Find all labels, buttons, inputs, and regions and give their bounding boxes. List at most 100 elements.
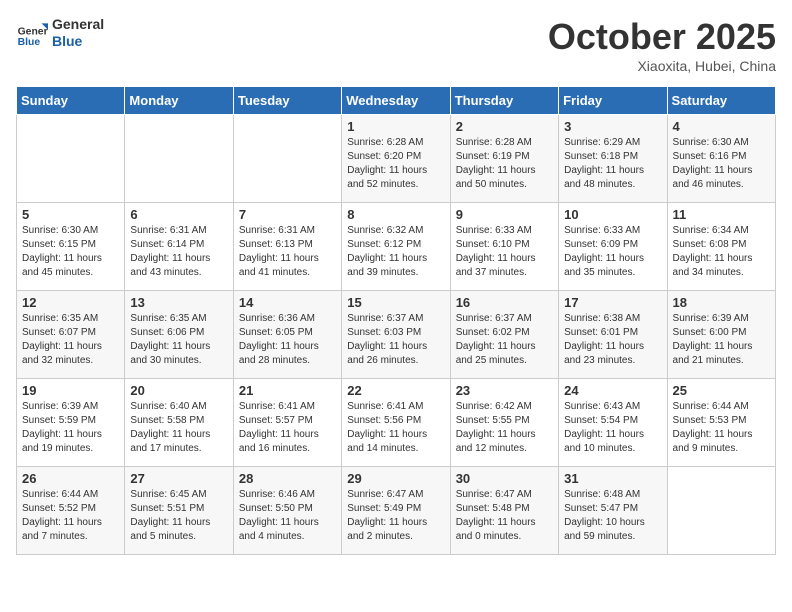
day-number: 8 — [347, 207, 444, 222]
calendar-cell: 24 Sunrise: 6:43 AM Sunset: 5:54 PM Dayli… — [559, 379, 667, 467]
calendar-cell: 22Sunrise: 6:41 AM Sunset: 5:56 PM Dayli… — [342, 379, 450, 467]
day-number: 30 — [456, 471, 553, 486]
day-number: 25 — [673, 383, 770, 398]
calendar-cell: 27 Sunrise: 6:45 AM Sunset: 5:51 PM Dayli… — [125, 467, 233, 555]
calendar-cell: 15Sunrise: 6:37 AM Sunset: 6:03 PM Dayli… — [342, 291, 450, 379]
cell-info: Sunrise: 6:46 AM Sunset: 5:50 PM Dayligh… — [239, 488, 336, 544]
column-header-friday: Friday — [559, 87, 667, 115]
cell-info: Sunrise: 6:28 AM Sunset: 6:19 PM Dayligh… — [456, 136, 553, 192]
calendar-cell: 19Sunrise: 6:39 AM Sunset: 5:59 PM Dayli… — [17, 379, 125, 467]
calendar-cell: 11 Sunrise: 6:34 AM Sunset: 6:08 PM Dayli… — [667, 203, 775, 291]
day-number: 20 — [130, 383, 227, 398]
day-number: 6 — [130, 207, 227, 222]
calendar-cell: 14 Sunrise: 6:36 AM Sunset: 6:05 PM Dayli… — [233, 291, 341, 379]
page-header: General Blue General Blue October 2025 X… — [16, 16, 776, 74]
calendar-cell: 29 Sunrise: 6:47 AM Sunset: 5:49 PM Dayli… — [342, 467, 450, 555]
title-area: October 2025 Xiaoxita, Hubei, China — [548, 16, 776, 74]
day-number: 23 — [456, 383, 553, 398]
day-number: 4 — [673, 119, 770, 134]
calendar-cell: 17 Sunrise: 6:38 AM Sunset: 6:01 PM Dayli… — [559, 291, 667, 379]
day-number: 31 — [564, 471, 661, 486]
day-number: 16 — [456, 295, 553, 310]
calendar-cell: 8 Sunrise: 6:32 AM Sunset: 6:12 PM Daylig… — [342, 203, 450, 291]
cell-info: Sunrise: 6:42 AM Sunset: 5:55 PM Dayligh… — [456, 400, 553, 456]
day-number: 12 — [22, 295, 119, 310]
svg-text:Blue: Blue — [18, 37, 41, 48]
cell-info: Sunrise: 6:31 AM Sunset: 6:14 PM Dayligh… — [130, 224, 227, 280]
day-number: 27 — [130, 471, 227, 486]
day-number: 9 — [456, 207, 553, 222]
calendar-table: SundayMondayTuesdayWednesdayThursdayFrid… — [16, 86, 776, 555]
calendar-cell: 12 Sunrise: 6:35 AM Sunset: 6:07 PM Dayli… — [17, 291, 125, 379]
cell-info: Sunrise: 6:39 AM Sunset: 5:59 PM Dayligh… — [22, 400, 119, 456]
day-number: 28 — [239, 471, 336, 486]
cell-info: Sunrise: 6:37 AM Sunset: 6:02 PM Dayligh… — [456, 312, 553, 368]
calendar-cell: 23 Sunrise: 6:42 AM Sunset: 5:55 PM Dayli… — [450, 379, 558, 467]
cell-info: Sunrise: 6:31 AM Sunset: 6:13 PM Dayligh… — [239, 224, 336, 280]
calendar-cell: 25 Sunrise: 6:44 AM Sunset: 5:53 PM Dayli… — [667, 379, 775, 467]
logo: General Blue General Blue — [16, 16, 104, 50]
calendar-cell: 1Sunrise: 6:28 AM Sunset: 6:20 PM Daylig… — [342, 115, 450, 203]
day-number: 7 — [239, 207, 336, 222]
calendar-cell: 28 Sunrise: 6:46 AM Sunset: 5:50 PM Dayli… — [233, 467, 341, 555]
cell-info: Sunrise: 6:37 AM Sunset: 6:03 PM Dayligh… — [347, 312, 444, 368]
calendar-cell: 9 Sunrise: 6:33 AM Sunset: 6:10 PM Daylig… — [450, 203, 558, 291]
cell-info: Sunrise: 6:44 AM Sunset: 5:53 PM Dayligh… — [673, 400, 770, 456]
calendar-cell — [17, 115, 125, 203]
cell-info: Sunrise: 6:35 AM Sunset: 6:06 PM Dayligh… — [130, 312, 227, 368]
logo-icon: General Blue — [16, 17, 48, 49]
cell-info: Sunrise: 6:36 AM Sunset: 6:05 PM Dayligh… — [239, 312, 336, 368]
cell-info: Sunrise: 6:43 AM Sunset: 5:54 PM Dayligh… — [564, 400, 661, 456]
day-number: 17 — [564, 295, 661, 310]
calendar-cell: 18Sunrise: 6:39 AM Sunset: 6:00 PM Dayli… — [667, 291, 775, 379]
calendar-cell: 3 Sunrise: 6:29 AM Sunset: 6:18 PM Daylig… — [559, 115, 667, 203]
cell-info: Sunrise: 6:33 AM Sunset: 6:10 PM Dayligh… — [456, 224, 553, 280]
cell-info: Sunrise: 6:41 AM Sunset: 5:57 PM Dayligh… — [239, 400, 336, 456]
cell-info: Sunrise: 6:32 AM Sunset: 6:12 PM Dayligh… — [347, 224, 444, 280]
cell-info: Sunrise: 6:44 AM Sunset: 5:52 PM Dayligh… — [22, 488, 119, 544]
cell-info: Sunrise: 6:29 AM Sunset: 6:18 PM Dayligh… — [564, 136, 661, 192]
calendar-cell: 13 Sunrise: 6:35 AM Sunset: 6:06 PM Dayli… — [125, 291, 233, 379]
month-title: October 2025 — [548, 16, 776, 58]
cell-info: Sunrise: 6:47 AM Sunset: 5:48 PM Dayligh… — [456, 488, 553, 544]
column-header-saturday: Saturday — [667, 87, 775, 115]
cell-info: Sunrise: 6:30 AM Sunset: 6:16 PM Dayligh… — [673, 136, 770, 192]
location-subtitle: Xiaoxita, Hubei, China — [548, 58, 776, 74]
calendar-cell — [667, 467, 775, 555]
cell-info: Sunrise: 6:47 AM Sunset: 5:49 PM Dayligh… — [347, 488, 444, 544]
cell-info: Sunrise: 6:30 AM Sunset: 6:15 PM Dayligh… — [22, 224, 119, 280]
calendar-cell: 31 Sunrise: 6:48 AM Sunset: 5:47 PM Dayli… — [559, 467, 667, 555]
cell-info: Sunrise: 6:48 AM Sunset: 5:47 PM Dayligh… — [564, 488, 661, 544]
day-number: 5 — [22, 207, 119, 222]
day-number: 14 — [239, 295, 336, 310]
column-header-wednesday: Wednesday — [342, 87, 450, 115]
logo-general: General — [52, 16, 104, 32]
calendar-cell: 7 Sunrise: 6:31 AM Sunset: 6:13 PM Daylig… — [233, 203, 341, 291]
calendar-cell — [125, 115, 233, 203]
calendar-cell: 2 Sunrise: 6:28 AM Sunset: 6:19 PM Daylig… — [450, 115, 558, 203]
day-number: 24 — [564, 383, 661, 398]
cell-info: Sunrise: 6:40 AM Sunset: 5:58 PM Dayligh… — [130, 400, 227, 456]
calendar-cell: 10Sunrise: 6:33 AM Sunset: 6:09 PM Dayli… — [559, 203, 667, 291]
cell-info: Sunrise: 6:35 AM Sunset: 6:07 PM Dayligh… — [22, 312, 119, 368]
calendar-cell: 5 Sunrise: 6:30 AM Sunset: 6:15 PM Daylig… — [17, 203, 125, 291]
cell-info: Sunrise: 6:45 AM Sunset: 5:51 PM Dayligh… — [130, 488, 227, 544]
day-number: 29 — [347, 471, 444, 486]
cell-info: Sunrise: 6:34 AM Sunset: 6:08 PM Dayligh… — [673, 224, 770, 280]
column-header-tuesday: Tuesday — [233, 87, 341, 115]
cell-info: Sunrise: 6:38 AM Sunset: 6:01 PM Dayligh… — [564, 312, 661, 368]
column-header-monday: Monday — [125, 87, 233, 115]
day-number: 2 — [456, 119, 553, 134]
day-number: 3 — [564, 119, 661, 134]
calendar-cell: 26 Sunrise: 6:44 AM Sunset: 5:52 PM Dayli… — [17, 467, 125, 555]
calendar-cell: 6 Sunrise: 6:31 AM Sunset: 6:14 PM Daylig… — [125, 203, 233, 291]
day-number: 1 — [347, 119, 444, 134]
day-number: 22 — [347, 383, 444, 398]
day-number: 13 — [130, 295, 227, 310]
day-number: 11 — [673, 207, 770, 222]
calendar-cell: 4 Sunrise: 6:30 AM Sunset: 6:16 PM Daylig… — [667, 115, 775, 203]
cell-info: Sunrise: 6:39 AM Sunset: 6:00 PM Dayligh… — [673, 312, 770, 368]
logo-blue: Blue — [52, 33, 82, 49]
day-number: 26 — [22, 471, 119, 486]
day-number: 10 — [564, 207, 661, 222]
